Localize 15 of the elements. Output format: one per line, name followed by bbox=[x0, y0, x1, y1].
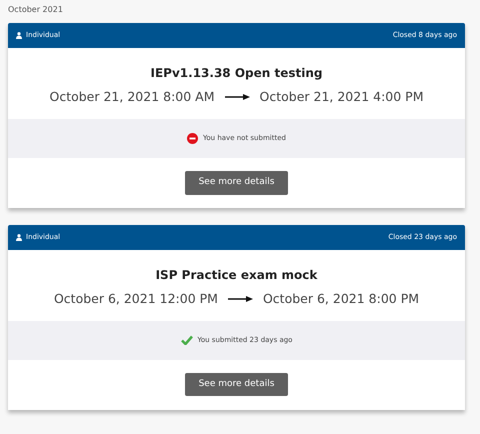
person-icon bbox=[16, 234, 22, 241]
end-date: October 6, 2021 8:00 PM bbox=[262, 290, 420, 308]
start-date: October 21, 2021 8:00 AM bbox=[49, 88, 214, 106]
end-date: October 21, 2021 4:00 PM bbox=[260, 88, 424, 106]
check-icon bbox=[180, 335, 193, 345]
no-entry-icon bbox=[187, 132, 198, 144]
person-icon bbox=[16, 32, 22, 39]
event-title: ISP Practice exam mock bbox=[154, 266, 318, 284]
month-heading: October 2021 bbox=[8, 4, 64, 16]
see-more-details-button[interactable]: See more details bbox=[184, 171, 288, 194]
event-title: IEPv1.13.38 Open testing bbox=[150, 65, 324, 82]
arrow-icon bbox=[224, 94, 250, 100]
arrow-icon bbox=[228, 296, 253, 302]
start-date: October 6, 2021 12:00 PM bbox=[54, 290, 218, 308]
see-more-details-button[interactable]: See more details bbox=[184, 372, 288, 396]
